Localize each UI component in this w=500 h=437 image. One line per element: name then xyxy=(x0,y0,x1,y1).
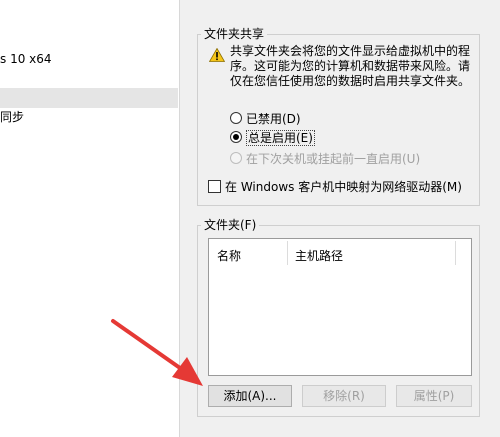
sidebar-item-selected[interactable] xyxy=(0,88,178,108)
properties-button: 属性(P) xyxy=(396,385,472,407)
radio-until-poweroff xyxy=(230,152,242,164)
vm-os-label: s 10 x64 xyxy=(0,52,52,66)
radio-always-enabled-label[interactable]: 总是启用(E) xyxy=(246,129,315,146)
always-enabled-text: 总是启用(E) xyxy=(246,130,315,146)
column-divider[interactable] xyxy=(287,241,288,265)
sidebar-item-sync[interactable]: 同步 xyxy=(0,108,24,125)
column-header-host-path[interactable]: 主机路径 xyxy=(295,247,343,264)
radio-always-enabled[interactable] xyxy=(230,131,242,143)
settings-device-list: s 10 x64 同步 xyxy=(0,0,180,437)
remove-button: 移除(R) xyxy=(302,385,386,407)
column-header-name[interactable]: 名称 xyxy=(217,247,241,264)
column-divider[interactable] xyxy=(455,241,456,265)
sharing-warning-text: 共享文件夹会将您的文件显示给虚拟机中的程序。这可能为您的计算机和数据带来风险。请… xyxy=(230,44,471,88)
map-network-drive-label[interactable]: 在 Windows 客户机中映射为网络驱动器(M) xyxy=(225,178,462,195)
warning-triangle-icon xyxy=(209,48,225,62)
shared-folders-list[interactable]: 名称 主机路径 xyxy=(208,238,472,376)
folders-legend: 文件夹(F) xyxy=(201,216,260,233)
radio-until-poweroff-label: 在下次关机或挂起前一直启用(U) xyxy=(246,152,421,166)
folder-sharing-legend: 文件夹共享 xyxy=(201,25,268,42)
add-button[interactable]: 添加(A)... xyxy=(208,385,292,407)
radio-disabled-label[interactable]: 已禁用(D) xyxy=(246,110,301,127)
map-network-drive-checkbox[interactable] xyxy=(208,180,221,193)
radio-disabled[interactable] xyxy=(230,112,242,124)
